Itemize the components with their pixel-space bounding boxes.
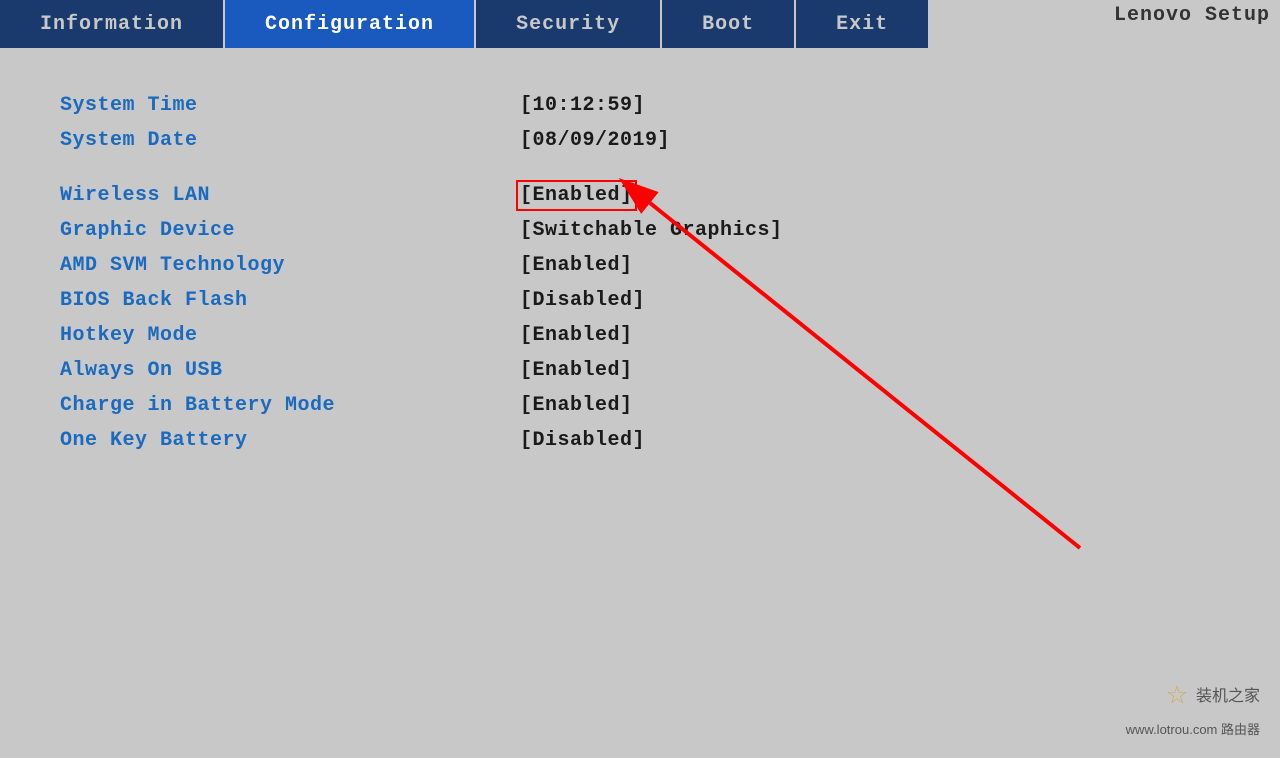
setting-row-hotkey-mode: Hotkey Mode [Enabled] (60, 318, 1220, 353)
value-one-key-battery: [Disabled] (520, 429, 645, 452)
setting-row-graphic-device: Graphic Device [Switchable Graphics] (60, 213, 1220, 248)
star-icon: ☆ (1166, 672, 1188, 715)
menu-bar-left: Information Configuration Security Boot … (0, 0, 1280, 48)
label-graphic-device: Graphic Device (60, 219, 520, 242)
setting-row-charge-battery: Charge in Battery Mode [Enabled] (60, 388, 1220, 423)
setting-row-wireless-lan: Wireless LAN [Enabled] (60, 178, 1220, 213)
value-system-time: [10:12:59] (520, 94, 645, 117)
label-hotkey-mode: Hotkey Mode (60, 324, 520, 347)
menu-item-information[interactable]: Information (0, 0, 225, 48)
value-bios-back-flash: [Disabled] (520, 289, 645, 312)
main-content: System Time [10:12:59] System Date [08/0… (0, 48, 1280, 758)
bios-screen: Information Configuration Security Boot … (0, 0, 1280, 758)
menu-item-exit[interactable]: Exit (796, 0, 930, 48)
label-amd-svm: AMD SVM Technology (60, 254, 520, 277)
value-graphic-device: [Switchable Graphics] (520, 219, 783, 242)
value-always-on-usb: [Enabled] (520, 359, 633, 382)
watermark-url: www.lotrou.com 路由器 (1126, 719, 1260, 738)
label-one-key-battery: One Key Battery (60, 429, 520, 452)
menu-label-security: Security (516, 13, 620, 36)
watermark-site: 装机之家 (1196, 682, 1260, 706)
settings-table: System Time [10:12:59] System Date [08/0… (60, 88, 1220, 458)
menu-item-configuration[interactable]: Configuration (225, 0, 476, 48)
label-system-date: System Date (60, 129, 520, 152)
menu-item-security[interactable]: Security (476, 0, 662, 48)
spacer-1 (60, 158, 1220, 178)
value-hotkey-mode: [Enabled] (520, 324, 633, 347)
menu-label-information: Information (40, 13, 183, 36)
value-system-date: [08/09/2019] (520, 129, 670, 152)
menu-label-boot: Boot (702, 13, 754, 36)
label-wireless-lan: Wireless LAN (60, 184, 520, 207)
menu-label-exit: Exit (836, 13, 888, 36)
label-system-time: System Time (60, 94, 520, 117)
watermark: ☆ 装机之家 www.lotrou.com 路由器 (1126, 672, 1260, 738)
setting-row-amd-svm: AMD SVM Technology [Enabled] (60, 248, 1220, 283)
menu-bar: Information Configuration Security Boot … (0, 0, 1280, 48)
label-bios-back-flash: BIOS Back Flash (60, 289, 520, 312)
menu-label-configuration: Configuration (265, 13, 434, 36)
setting-row-bios-back-flash: BIOS Back Flash [Disabled] (60, 283, 1220, 318)
setting-row-always-on-usb: Always On USB [Enabled] (60, 353, 1220, 388)
label-always-on-usb: Always On USB (60, 359, 520, 382)
label-charge-battery: Charge in Battery Mode (60, 394, 520, 417)
brand-title: Lenovo Setup (1114, 4, 1270, 27)
value-amd-svm: [Enabled] (520, 254, 633, 277)
setting-row-system-date: System Date [08/09/2019] (60, 123, 1220, 158)
value-wireless-lan[interactable]: [Enabled] (520, 184, 633, 207)
watermark-logo: ☆ 装机之家 (1166, 672, 1260, 715)
value-charge-battery: [Enabled] (520, 394, 633, 417)
menu-item-boot[interactable]: Boot (662, 0, 796, 48)
setting-row-system-time: System Time [10:12:59] (60, 88, 1220, 123)
setting-row-one-key-battery: One Key Battery [Disabled] (60, 423, 1220, 458)
